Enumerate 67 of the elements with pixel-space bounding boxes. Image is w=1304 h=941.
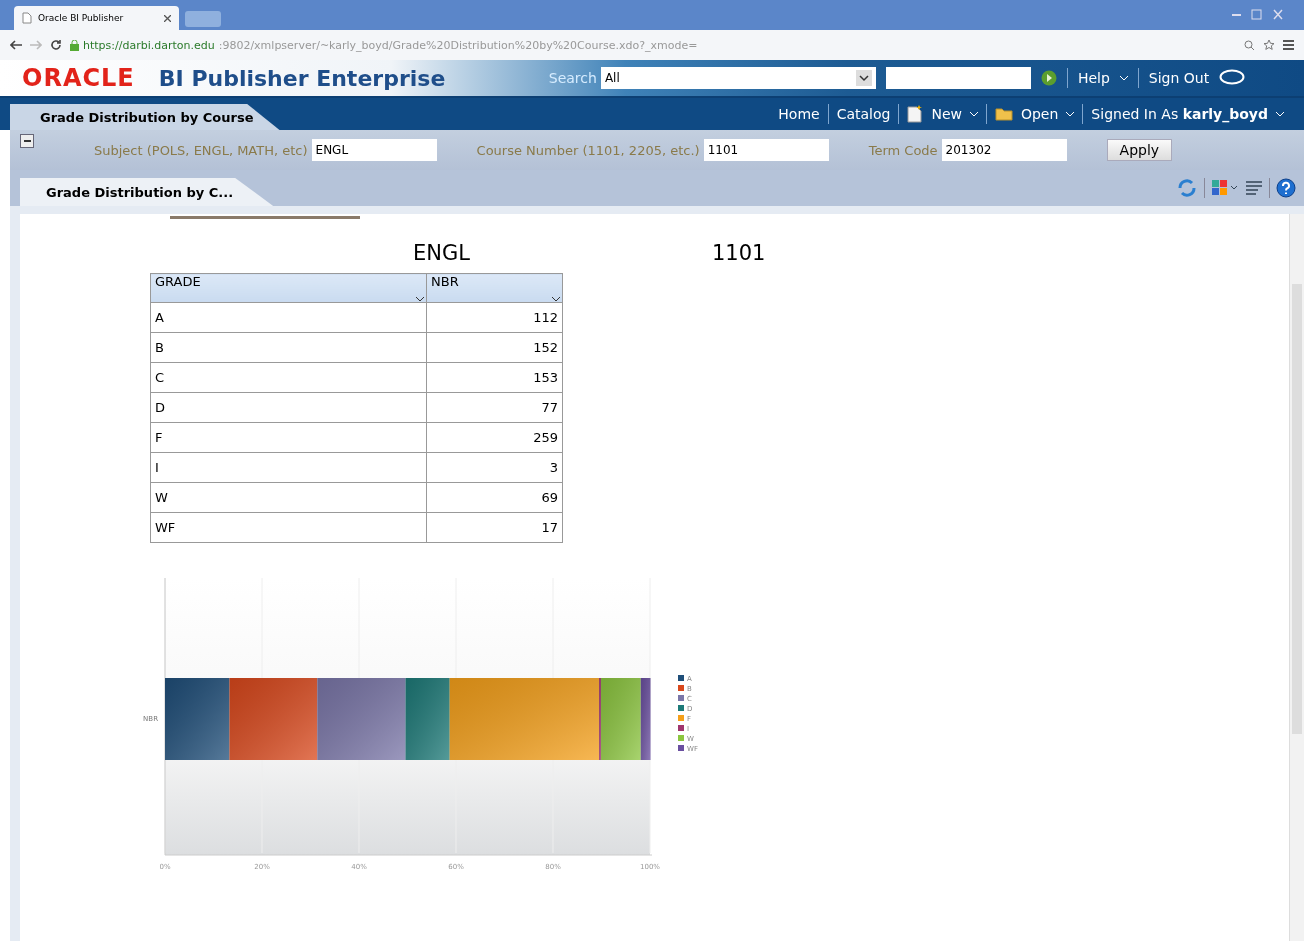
table-cell: C [150, 362, 427, 393]
page-icon [22, 12, 32, 24]
tab-title: Oracle BI Publisher [38, 13, 124, 23]
caret-icon [969, 111, 978, 117]
table-cell: B [150, 332, 427, 363]
table-cell: A [150, 302, 427, 333]
close-icon[interactable] [164, 14, 171, 22]
scrollbar[interactable] [1289, 214, 1304, 941]
help-menu[interactable]: Help [1077, 70, 1110, 86]
lock-icon [70, 39, 79, 51]
parameter-input[interactable]: 201302 [941, 139, 1067, 161]
parameter-input[interactable]: 1101 [703, 139, 829, 161]
table-cell: 152 [426, 332, 563, 363]
course-heading: 1101 [711, 241, 766, 265]
table-cell: 153 [426, 362, 563, 393]
column-header[interactable]: NBR [426, 273, 563, 303]
parameter-input[interactable]: ENGL [311, 139, 437, 161]
sort-icon[interactable] [552, 297, 560, 302]
report-tab[interactable]: Grade Distribution by C... [20, 178, 274, 206]
brand-logo: ORACLE [22, 64, 135, 92]
new-menu[interactable]: New [931, 106, 962, 122]
star-icon[interactable] [1263, 39, 1275, 51]
table-cell: WF [150, 512, 427, 543]
apply-button[interactable]: Apply [1106, 139, 1173, 161]
menu-icon[interactable] [1283, 40, 1294, 50]
subject-heading: ENGL [413, 241, 470, 265]
search-field[interactable] [885, 67, 1031, 89]
table-cell: 3 [426, 452, 563, 483]
search-scope-dropdown[interactable]: All [600, 67, 876, 89]
speech-bubble-icon [1219, 69, 1246, 87]
caret-icon [1066, 111, 1075, 117]
table-cell: D [150, 392, 427, 423]
view-selector-icon[interactable] [1211, 179, 1239, 197]
parameter-label: Course Number (1101, 2205, etc.) [476, 142, 700, 158]
page-tab[interactable]: Grade Distribution by Course [10, 104, 280, 130]
table-cell: I [150, 452, 427, 483]
table-cell: F [150, 422, 427, 453]
reload-icon[interactable] [50, 39, 62, 51]
table-cell: 17 [426, 512, 563, 543]
home-link[interactable]: Home [778, 106, 820, 122]
list-icon[interactable] [1245, 180, 1263, 196]
sort-icon[interactable] [416, 297, 424, 302]
search-label: Search [548, 70, 597, 86]
caret-icon [1119, 75, 1128, 81]
table-cell: W [150, 482, 427, 513]
product-title: BI Publisher Enterprise [158, 65, 447, 91]
signed-in-menu[interactable]: Signed In As karly_boyd [1091, 106, 1268, 122]
table-cell: 77 [426, 392, 563, 423]
caret-icon [1276, 111, 1284, 117]
table-cell: 69 [426, 482, 563, 513]
browser-tab[interactable]: Oracle BI Publisher [14, 6, 179, 30]
catalog-link[interactable]: Catalog [836, 106, 891, 122]
back-icon[interactable] [10, 40, 22, 50]
parameter-label: Term Code [868, 142, 938, 158]
folder-icon[interactable] [994, 107, 1013, 121]
column-header[interactable]: GRADE [150, 273, 427, 303]
collapse-button[interactable] [20, 134, 34, 148]
parameter-label: Subject (POLS, ENGL, MATH, etc) [94, 142, 308, 158]
sign-out-link[interactable]: Sign Out [1148, 70, 1210, 86]
go-icon[interactable] [1040, 70, 1057, 86]
open-menu[interactable]: Open [1020, 106, 1059, 122]
table-cell: 259 [426, 422, 563, 453]
help-icon[interactable] [1276, 178, 1296, 198]
table-cell: 112 [426, 302, 563, 333]
new-document-icon[interactable] [907, 105, 924, 123]
zoom-icon[interactable] [1244, 39, 1255, 51]
caret-icon [855, 70, 872, 86]
